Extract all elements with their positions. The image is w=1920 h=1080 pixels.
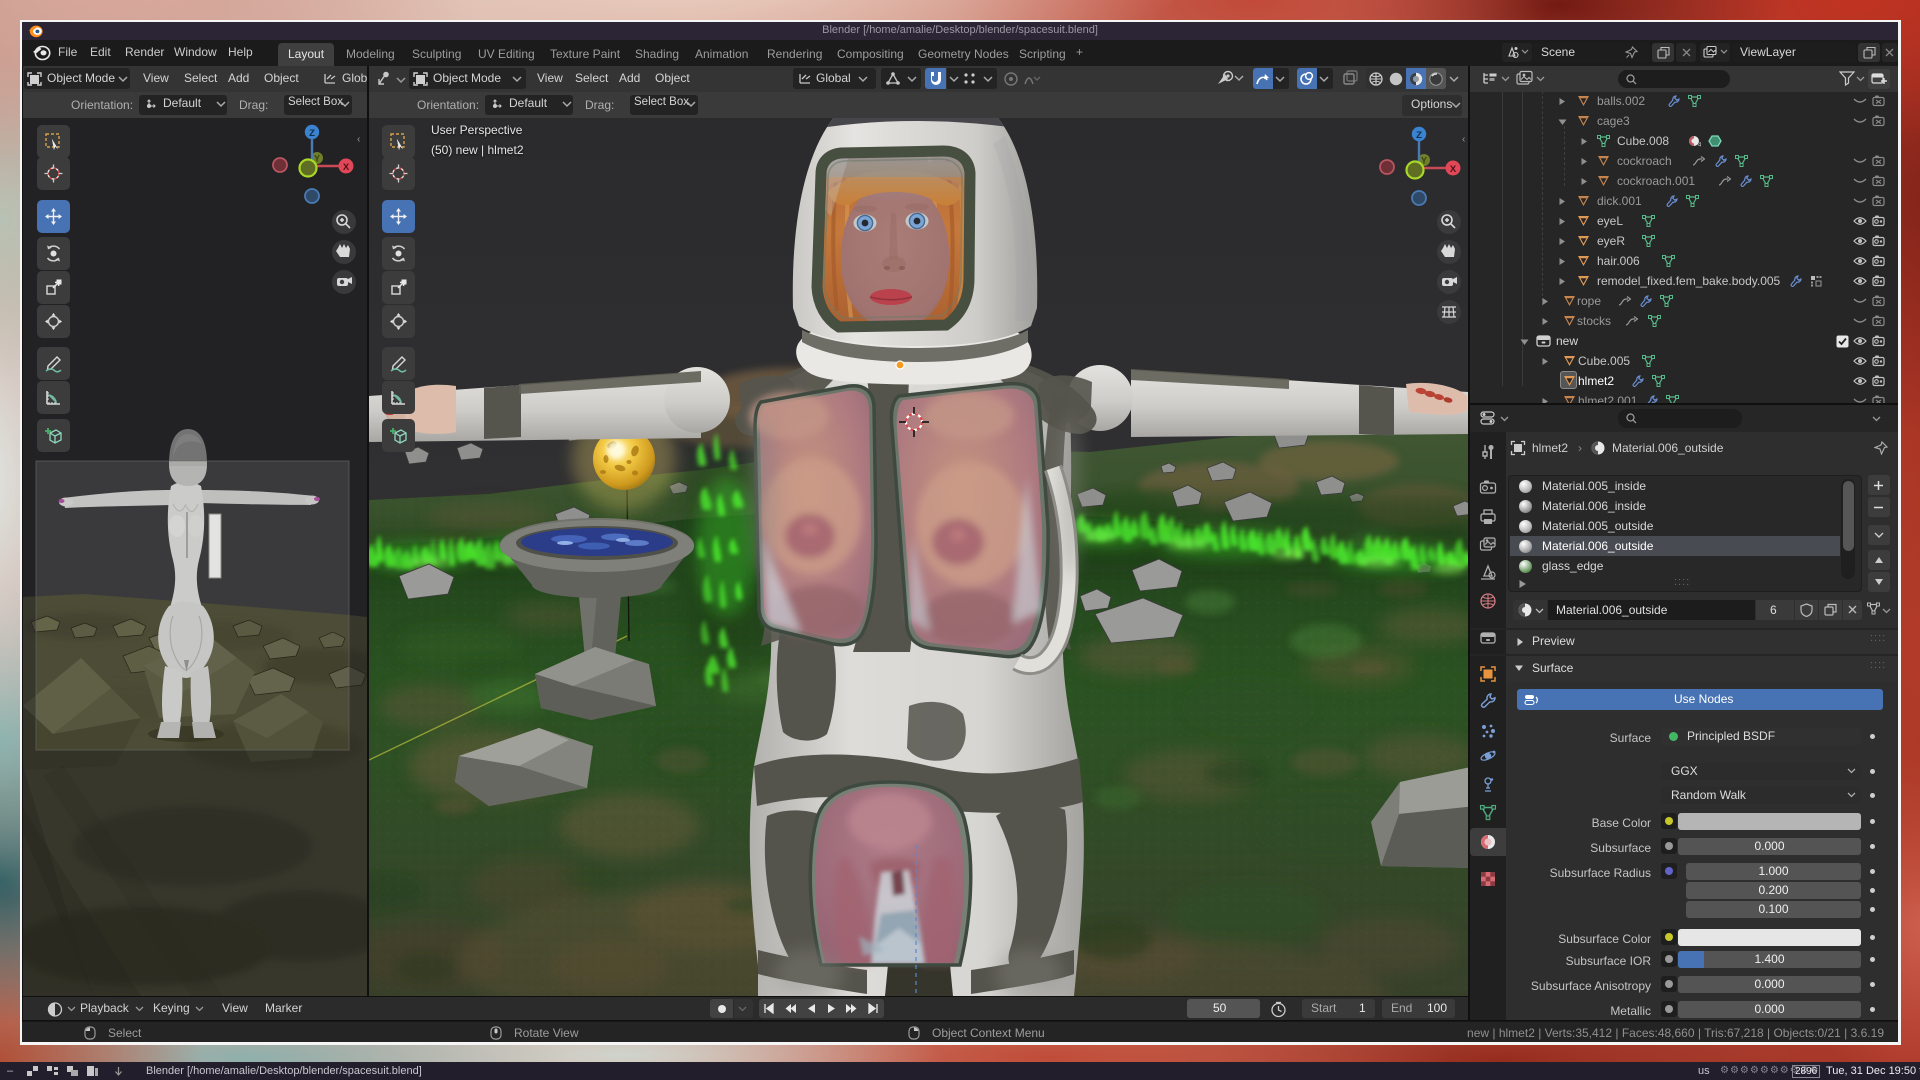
svg-text:‹: ‹ xyxy=(1462,134,1465,145)
svg-text:X: X xyxy=(343,162,350,173)
svg-text:Z: Z xyxy=(1416,130,1422,141)
svg-text:Z: Z xyxy=(309,128,315,139)
svg-text:‹: ‹ xyxy=(357,134,360,145)
svg-text:X: X xyxy=(1450,164,1457,175)
svg-text:4: 4 xyxy=(1698,143,1701,148)
